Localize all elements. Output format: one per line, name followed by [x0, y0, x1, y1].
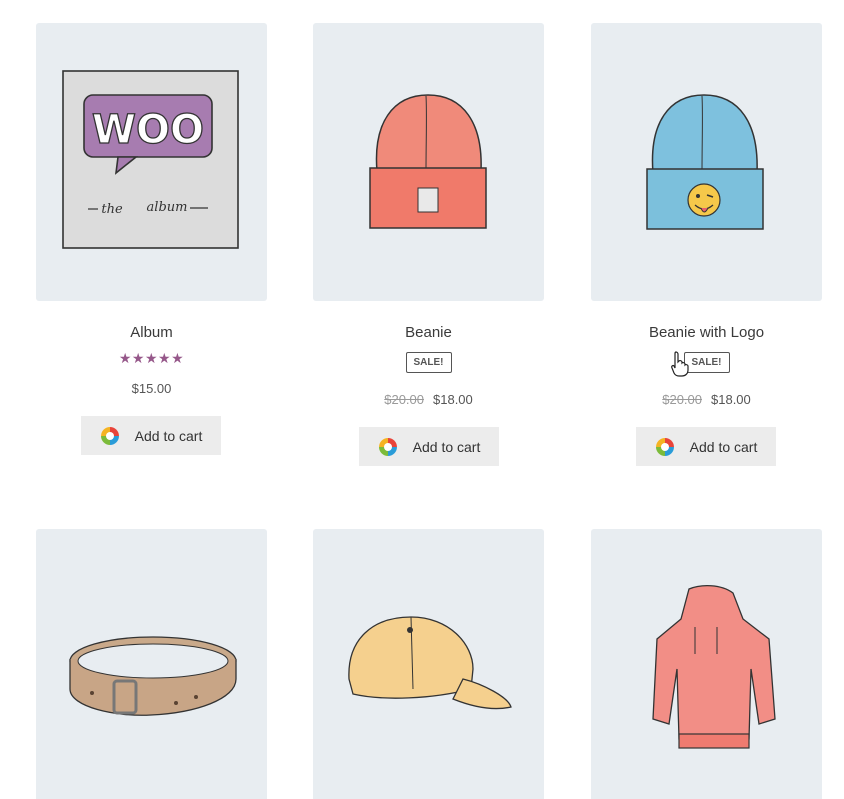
product-price: $20.00 $18.00 [313, 392, 544, 407]
swirl-logo-icon [378, 437, 398, 457]
product-image-hoodie[interactable] [591, 529, 822, 799]
product-image-cap[interactable] [313, 529, 544, 799]
sale-badge: SALE! [405, 352, 452, 373]
album-caption-left: the [101, 202, 123, 217]
belt-image [69, 636, 237, 716]
add-to-cart-button[interactable]: Add to cart [359, 427, 499, 466]
star-rating: ★★★★★ [118, 350, 185, 366]
album-logo-text: WOO [92, 107, 204, 153]
product-image-beanie-with-logo[interactable] [591, 23, 822, 301]
add-to-cart-label: Add to cart [412, 438, 481, 455]
hand-pointer-icon [671, 351, 689, 377]
product-image-album[interactable]: WOO the album [36, 23, 267, 301]
product-title[interactable]: Album [36, 324, 267, 341]
add-to-cart-button[interactable]: Add to cart [81, 416, 221, 455]
hoodie-image [652, 585, 776, 749]
beanie-image [369, 94, 487, 229]
cap-image [348, 616, 512, 710]
album-caption-right: album [147, 200, 188, 215]
sale-price: $18.00 [711, 392, 751, 407]
product-title[interactable]: Beanie with Logo [591, 324, 822, 341]
current-price: $15.00 [131, 381, 172, 396]
beanie-logo-image [646, 94, 764, 230]
product-title[interactable]: Beanie [313, 324, 544, 341]
sale-badge: SALE! [683, 352, 730, 373]
swirl-logo-icon [655, 437, 675, 457]
product-image-beanie[interactable] [313, 23, 544, 301]
original-price: $20.00 [384, 392, 424, 407]
swirl-logo-icon [100, 426, 120, 446]
product-price: $20.00 $18.00 [591, 392, 822, 407]
add-to-cart-button[interactable]: Add to cart [636, 427, 776, 466]
sale-price: $18.00 [433, 392, 473, 407]
add-to-cart-label: Add to cart [689, 438, 758, 455]
woo-album-image: WOO the album [62, 70, 239, 249]
original-price: $20.00 [662, 392, 702, 407]
product-price: $15.00 [36, 381, 267, 396]
product-image-belt[interactable] [36, 529, 267, 799]
add-to-cart-label: Add to cart [134, 427, 203, 444]
